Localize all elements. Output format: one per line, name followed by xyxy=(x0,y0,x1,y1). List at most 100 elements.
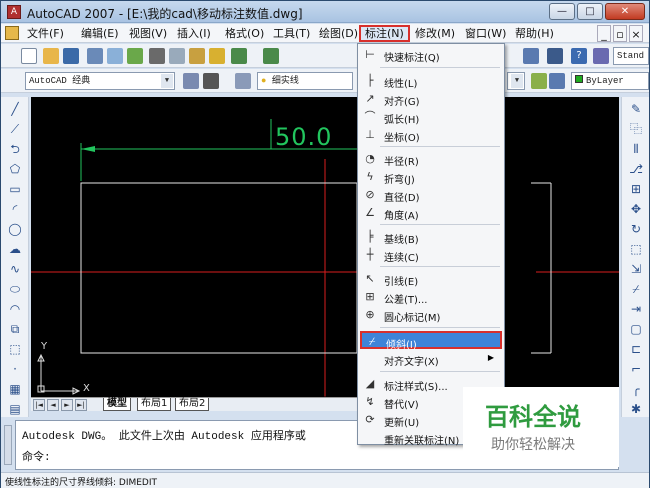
layer-combo[interactable]: ● 细实线 xyxy=(257,72,353,90)
erase-icon[interactable]: ✎ xyxy=(628,101,644,117)
doc-close-button[interactable]: × xyxy=(629,25,643,42)
minimize-button[interactable]: — xyxy=(549,3,575,20)
menu-item-arc-length[interactable]: ⌒ 弧长(H) xyxy=(360,108,502,126)
cut-icon[interactable] xyxy=(149,48,165,64)
menu-modify[interactable]: 修改(M) xyxy=(411,25,459,42)
move-icon[interactable]: ✥ xyxy=(628,201,644,217)
workspace-icon[interactable] xyxy=(203,73,219,89)
polyline-icon[interactable]: ⮌ xyxy=(7,141,23,157)
gradient-icon[interactable]: ▤ xyxy=(7,401,23,417)
next-tab-button[interactable]: ► xyxy=(61,399,73,411)
make-block-icon[interactable]: ⬚ xyxy=(7,341,23,357)
menu-item-aligned[interactable]: ↗ 对齐(G) xyxy=(360,90,502,108)
plot-preview-icon[interactable] xyxy=(107,48,123,64)
menu-help[interactable]: 帮助(H) xyxy=(511,25,558,42)
menu-view[interactable]: 视图(V) xyxy=(125,25,171,42)
break-icon[interactable]: ▢ xyxy=(628,321,644,337)
maximize-button[interactable]: □ xyxy=(577,3,603,20)
menu-dimension[interactable]: 标注(N) xyxy=(359,25,410,42)
fillet-icon[interactable]: ╭ xyxy=(628,381,644,397)
menu-item-ordinate[interactable]: ⊥ 坐标(O) xyxy=(360,126,502,144)
menu-file[interactable]: 文件(F) xyxy=(23,25,68,42)
spline-icon[interactable]: ∿ xyxy=(7,261,23,277)
menu-item-align-text[interactable]: 对齐文字(X) ▶ xyxy=(360,350,502,368)
command-grip[interactable] xyxy=(4,425,12,465)
ellipse-icon[interactable]: ⬭ xyxy=(7,281,23,297)
calculator-icon[interactable] xyxy=(547,48,563,64)
publish-icon[interactable] xyxy=(127,48,143,64)
explode-icon[interactable]: ✱ xyxy=(628,401,644,417)
menu-insert[interactable]: 插入(I) xyxy=(173,25,215,42)
dimension-value-text[interactable]: 50.0 xyxy=(275,123,332,151)
arc-icon[interactable]: ◜ xyxy=(7,201,23,217)
layer-dropdown-arrow[interactable]: ▼ xyxy=(507,72,525,90)
menu-item-oblique[interactable]: ⌿ 倾斜(I) xyxy=(360,331,502,351)
join-icon[interactable]: ⊏ xyxy=(628,341,644,357)
menu-item-jogged[interactable]: ϟ 折弯(J) xyxy=(360,168,502,186)
hatch-icon[interactable]: ▦ xyxy=(7,381,23,397)
offset-icon[interactable]: ⎇ xyxy=(628,161,644,177)
menu-tools[interactable]: 工具(T) xyxy=(269,25,314,42)
construction-line-icon[interactable]: ⟋ xyxy=(7,121,23,137)
extend-icon[interactable]: ⇥ xyxy=(628,301,644,317)
menu-item-radius[interactable]: ◔ 半径(R) xyxy=(360,150,502,168)
text-style-combo[interactable]: Stand xyxy=(613,47,649,65)
layer-previous-icon[interactable] xyxy=(549,73,565,89)
menu-window[interactable]: 窗口(W) xyxy=(461,25,510,42)
chamfer-icon[interactable]: ⌐ xyxy=(628,361,644,377)
line-icon[interactable]: ╱ xyxy=(7,101,23,117)
menu-draw[interactable]: 绘图(D) xyxy=(315,25,362,42)
color-combo[interactable]: ByLayer xyxy=(571,72,649,90)
workspace-combo[interactable]: AutoCAD 经典 ▼ xyxy=(25,72,175,90)
plot-icon[interactable] xyxy=(87,48,103,64)
trim-icon[interactable]: ⌿ xyxy=(628,281,644,297)
doc-minimize-button[interactable]: _ xyxy=(597,25,611,42)
polygon-icon[interactable]: ⬠ xyxy=(7,161,23,177)
menu-item-linear[interactable]: ├ 线性(L) xyxy=(360,72,502,90)
text-style-icon[interactable] xyxy=(593,48,609,64)
ellipse-arc-icon[interactable]: ◠ xyxy=(7,301,23,317)
tab-layout1[interactable]: 布局1 xyxy=(137,398,172,411)
rotate-icon[interactable]: ↻ xyxy=(628,221,644,237)
menu-item-quick-dimension[interactable]: ⊢ 快速标注(Q) xyxy=(360,46,502,64)
save-icon[interactable] xyxy=(63,48,79,64)
last-tab-button[interactable]: ►| xyxy=(75,399,87,411)
document-icon[interactable] xyxy=(5,26,19,40)
close-button[interactable]: ✕ xyxy=(605,3,645,20)
menu-item-diameter[interactable]: ⊘ 直径(D) xyxy=(360,186,502,204)
mirror-icon[interactable]: ⫴ xyxy=(628,141,644,157)
tab-model[interactable]: 模型 xyxy=(103,398,131,411)
menu-item-center-mark[interactable]: ⊕ 圆心标记(M) xyxy=(360,306,502,324)
make-current-layer-icon[interactable] xyxy=(531,73,547,89)
menu-item-leader[interactable]: ↖ 引线(E) xyxy=(360,270,502,288)
doc-restore-button[interactable]: ▫ xyxy=(613,25,627,42)
rectangle-icon[interactable]: ▭ xyxy=(7,181,23,197)
drawing-canvas[interactable]: 50.0 Y X xyxy=(31,97,619,397)
menu-item-angular[interactable]: ∠ 角度(A) xyxy=(360,204,502,222)
workspace-settings-icon[interactable] xyxy=(183,73,199,89)
menu-item-baseline[interactable]: ╞ 基线(B) xyxy=(360,228,502,246)
point-icon[interactable]: · xyxy=(7,361,23,377)
match-properties-icon[interactable] xyxy=(209,48,225,64)
stretch-icon[interactable]: ⇲ xyxy=(628,261,644,277)
command-prompt[interactable]: 命令: xyxy=(22,448,51,464)
layer-manager-icon[interactable] xyxy=(235,73,251,89)
first-tab-button[interactable]: |◄ xyxy=(33,399,45,411)
prev-tab-button[interactable]: ◄ xyxy=(47,399,59,411)
array-icon[interactable]: ⊞ xyxy=(628,181,644,197)
circle-icon[interactable]: ◯ xyxy=(7,221,23,237)
help-icon[interactable]: ? xyxy=(571,48,587,64)
undo-icon[interactable] xyxy=(231,48,247,64)
open-folder-icon[interactable] xyxy=(43,48,59,64)
copy-object-icon[interactable]: ⿻ xyxy=(628,121,644,137)
menu-item-tolerance[interactable]: ⊞ 公差(T)... xyxy=(360,288,502,306)
copy-icon[interactable] xyxy=(169,48,185,64)
scale-icon[interactable]: ⬚ xyxy=(628,241,644,257)
menu-edit[interactable]: 编辑(E) xyxy=(77,25,123,42)
redo-icon[interactable] xyxy=(263,48,279,64)
menu-item-continue[interactable]: ┼ 连续(C) xyxy=(360,246,502,264)
revision-cloud-icon[interactable]: ☁ xyxy=(7,241,23,257)
app-icon[interactable]: A xyxy=(7,5,21,19)
tab-layout2[interactable]: 布局2 xyxy=(175,398,210,411)
menu-format[interactable]: 格式(O) xyxy=(221,25,268,42)
